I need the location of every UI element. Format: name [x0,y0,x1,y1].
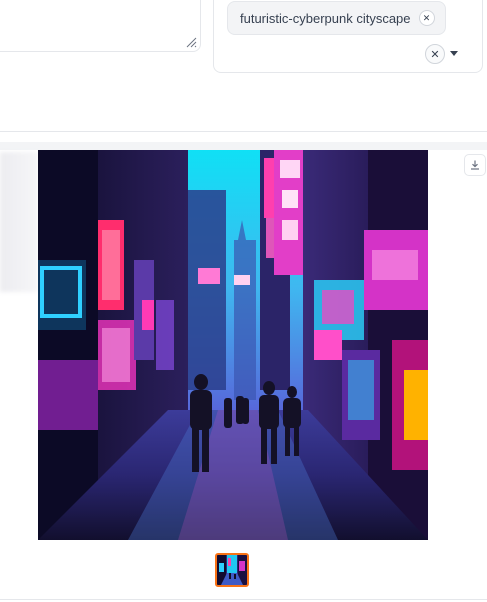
gallery-thumbnail[interactable] [215,553,249,587]
prompt-textarea[interactable] [0,0,201,52]
selected-tag[interactable]: futuristic-cyberpunk cityscape ✕ [227,1,446,35]
caret-down-icon[interactable] [450,51,458,56]
generated-image[interactable] [38,150,428,540]
download-button[interactable] [464,154,486,176]
resize-grip-icon[interactable] [185,36,197,48]
download-icon [471,160,479,170]
thumbnail-image [217,555,247,585]
gallery-header-strip [0,142,487,150]
style-dropdown[interactable]: futuristic-cyberpunk cityscape ✕ ✕ [213,0,483,73]
close-icon[interactable]: ✕ [418,10,435,26]
close-icon: ✕ [430,48,440,61]
section-divider [0,131,487,132]
blurred-preview [0,152,38,292]
selected-tag-label: futuristic-cyberpunk cityscape [240,10,411,26]
gallery-bottom-border [0,599,487,600]
clear-button[interactable]: ✕ [425,44,445,64]
image-gallery [0,142,487,602]
